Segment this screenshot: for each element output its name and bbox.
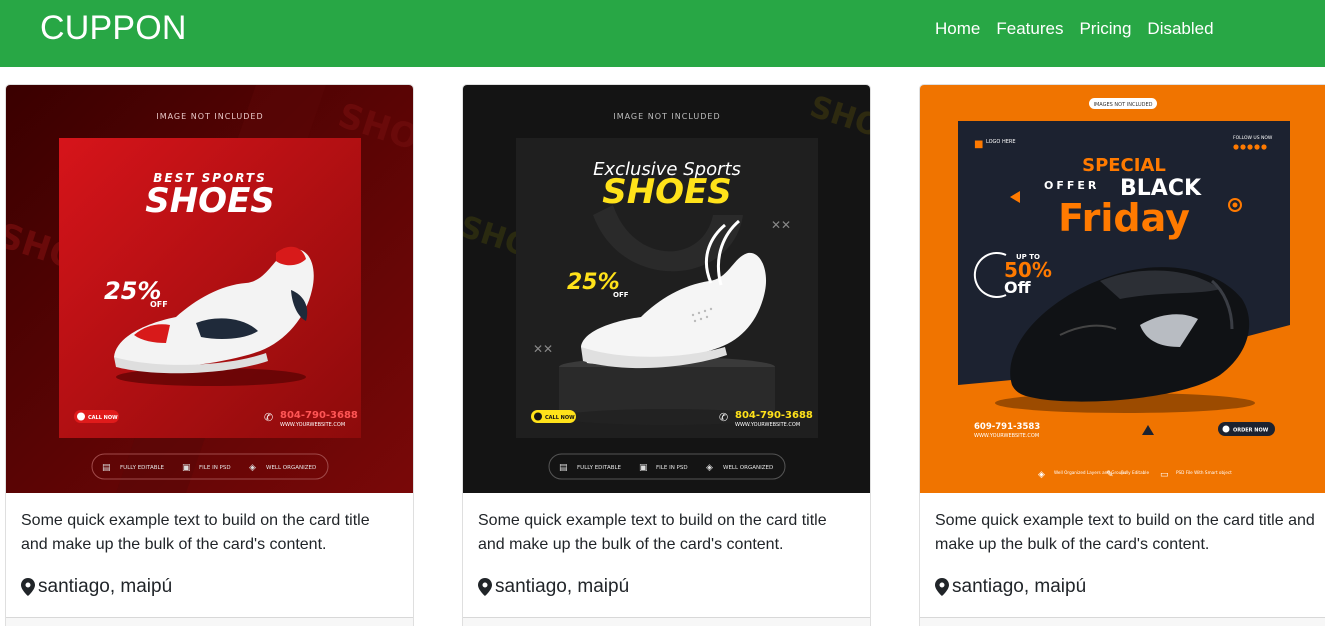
card-footer <box>6 617 413 626</box>
banner-headline-3: Friday <box>1058 196 1190 240</box>
layers-icon: ◈ <box>1038 470 1045 480</box>
banner-follow: FOLLOW US NOW <box>1233 135 1273 141</box>
location-text: santiago, maipú <box>952 576 1087 597</box>
banner-top-note: IMAGES NOT INCLUDED <box>1094 102 1153 108</box>
coupon-card[interactable]: IMAGES NOT INCLUDED ■ LOGO HERE FOLLOW U… <box>919 84 1325 626</box>
phone-icon: ✆ <box>719 411 728 424</box>
card-footer <box>920 617 1325 626</box>
nav-links: Home Features Pricing Disabled <box>935 19 1214 39</box>
card-text: Some quick example text to build on the … <box>935 512 1315 553</box>
banner-feature-1: FULLY EDITABLE <box>577 465 622 471</box>
banner-discount-sub: OFF <box>613 291 629 299</box>
location-text: santiago, maipú <box>495 576 630 597</box>
coupon-card[interactable]: SHOES SHOES IMAGE NOT INCLUDED Exclusive… <box>462 84 871 626</box>
banner-feature-3: WELL ORGANIZED <box>723 465 773 471</box>
banner-website: WWW.YOURWEBSITE.COM <box>735 422 800 428</box>
layers-icon: ◈ <box>249 463 256 473</box>
banner-website: WWW.YOURWEBSITE.COM <box>974 433 1039 439</box>
doc-icon: ▤ <box>102 463 111 473</box>
phone-icon: ✆ <box>264 411 273 424</box>
map-marker-icon <box>935 578 949 596</box>
banner-discount-sub: OFF <box>150 300 168 309</box>
banner-cta: CALL NOW <box>88 415 118 421</box>
location-text: santiago, maipú <box>38 576 173 597</box>
card-body: Some quick example text to build on the … <box>920 493 1325 598</box>
banner-cta: ORDER NOW <box>1233 428 1269 434</box>
card-image: IMAGES NOT INCLUDED ■ LOGO HERE FOLLOW U… <box>920 85 1325 493</box>
edit-icon: ✎ <box>1106 470 1114 480</box>
banner-feature-2: FILE IN PSD <box>656 465 688 471</box>
coupon-card[interactable]: SHOES SHOES IMAGE NOT INCLUDED BEST SPOR… <box>5 84 414 626</box>
card-image: SHOES SHOES IMAGE NOT INCLUDED BEST SPOR… <box>6 85 413 493</box>
nav-link-pricing[interactable]: Pricing <box>1079 19 1131 39</box>
map-marker-icon <box>478 578 492 596</box>
file-icon: ▭ <box>1160 470 1169 480</box>
banner-discount-sub: Off <box>1004 278 1032 297</box>
nav-link-home[interactable]: Home <box>935 19 980 39</box>
banner-website: WWW.YOURWEBSITE.COM <box>280 422 345 428</box>
banner-phone: 609-791-3583 <box>974 422 1040 432</box>
banner-headline-2: SHOES <box>602 172 732 212</box>
banner-feature-3: PSD File With Smart object <box>1176 470 1232 475</box>
card-text: Some quick example text to build on the … <box>478 512 827 553</box>
banner-headline-2a: OFFER <box>1044 179 1099 192</box>
layers-icon: ◈ <box>706 463 713 473</box>
card-image: SHOES SHOES IMAGE NOT INCLUDED Exclusive… <box>463 85 870 493</box>
svg-text:✕✕: ✕✕ <box>771 218 791 232</box>
banner-feature-1: Well Organized Layers and Groups <box>1054 470 1126 475</box>
nav-link-disabled[interactable]: Disabled <box>1147 19 1213 39</box>
banner-feature-3: WELL ORGANIZED <box>266 465 316 471</box>
banner-phone: 804-790-3688 <box>280 410 358 421</box>
file-icon: ▣ <box>639 463 648 473</box>
banner-feature-2: Fully Editable <box>1121 470 1149 475</box>
banner-logo: LOGO HERE <box>986 139 1016 145</box>
banner-feature-1: FULLY EDITABLE <box>120 465 165 471</box>
location: santiago, maipú <box>21 576 398 598</box>
svg-text:✕✕: ✕✕ <box>533 342 553 356</box>
map-marker-icon <box>21 578 35 596</box>
file-icon: ▣ <box>182 463 191 473</box>
banner-cta: CALL NOW <box>545 415 575 421</box>
banner-phone: 804-790-3688 <box>735 410 813 421</box>
banner-headline-2: SHOES <box>145 181 275 221</box>
banner-feature-2: FILE IN PSD <box>199 465 231 471</box>
logo-icon: ■ <box>974 139 983 150</box>
card-body: Some quick example text to build on the … <box>463 493 870 598</box>
banner-headline-1: SPECIAL <box>1082 155 1166 176</box>
banner-top-note: IMAGE NOT INCLUDED <box>613 112 720 121</box>
banner-discount: 25% <box>567 270 620 295</box>
card-footer <box>463 617 870 626</box>
card-text: Some quick example text to build on the … <box>21 512 370 553</box>
banner-top-note: IMAGE NOT INCLUDED <box>156 112 263 121</box>
brand-logo[interactable]: CUPPON <box>40 9 187 48</box>
navbar: CUPPON Home Features Pricing Disabled <box>0 0 1325 67</box>
doc-icon: ▤ <box>559 463 568 473</box>
nav-link-features[interactable]: Features <box>996 19 1063 39</box>
location: santiago, maipú <box>935 576 1315 598</box>
location: santiago, maipú <box>478 576 855 598</box>
card-body: Some quick example text to build on the … <box>6 493 413 598</box>
